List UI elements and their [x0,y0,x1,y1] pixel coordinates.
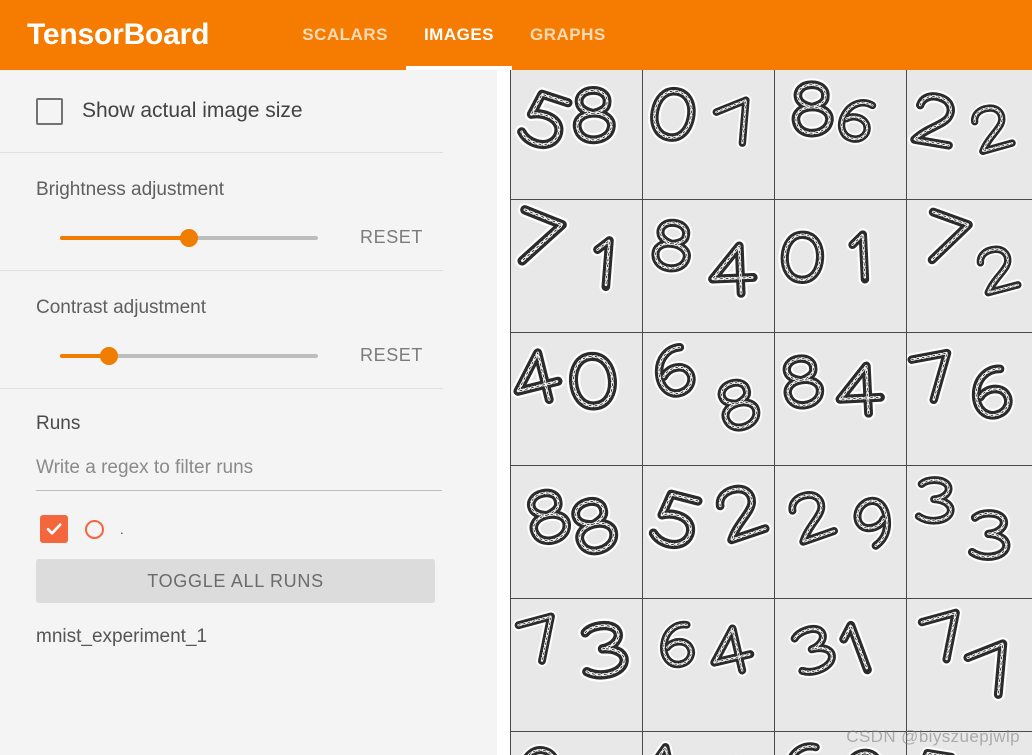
run-color-swatch-icon [85,519,104,539]
show-actual-image-size-checkbox[interactable] [36,97,63,125]
mnist-sample-image [511,732,642,755]
mnist-sample-image [511,200,642,332]
brightness-slider[interactable] [60,228,318,248]
toggle-all-runs-button[interactable]: TOGGLE ALL RUNS [36,559,435,603]
runs-heading: Runs [36,413,81,434]
mnist-sample-image [643,200,774,332]
mnist-sample-image [643,466,774,598]
image-grid-cell[interactable] [775,599,906,731]
tensorboard-app: TensorBoard SCALARS IMAGES GRAPHS Show a… [0,0,1032,755]
mnist-sample-image [907,333,1032,465]
checkmark-icon [46,523,62,535]
mnist-sample-image [775,466,906,598]
run-selection-row: . [40,514,497,544]
brightness-section: Brightness adjustment RESET [0,153,497,270]
contrast-section: Contrast adjustment RESET [0,271,497,388]
image-grid-cell[interactable] [511,466,642,598]
mnist-sample-image [775,732,906,755]
mnist-sample-image [643,333,774,465]
image-grid-cell[interactable] [775,200,906,332]
image-grid-cell[interactable] [907,333,1032,465]
brightness-slider-row: RESET [0,227,497,248]
mnist-sample-image [643,70,774,199]
runs-filter-wrap [36,457,442,491]
brightness-slider-thumb[interactable] [180,228,198,247]
tab-scalars[interactable]: SCALARS [284,0,406,70]
mnist-sample-image [907,466,1032,598]
contrast-slider-row: RESET [0,345,497,366]
contrast-label: Contrast adjustment [36,297,207,318]
image-grid-cell[interactable] [511,200,642,332]
run-enabled-checkbox[interactable] [40,515,68,543]
runs-filter-input[interactable] [36,457,442,491]
app-title: TensorBoard [27,18,210,51]
image-grid-cell[interactable] [511,70,642,199]
mnist-sample-image [643,599,774,731]
brightness-slider-fill [60,235,189,240]
contrast-slider[interactable] [60,346,318,366]
runs-section: Runs . TOGGLE ALL RUNS mnist_experiment_… [0,389,497,648]
brightness-label: Brightness adjustment [36,179,224,200]
app-header: TensorBoard SCALARS IMAGES GRAPHS [0,0,1032,70]
brightness-reset-button[interactable]: RESET [360,227,423,248]
contrast-reset-button[interactable]: RESET [360,345,423,366]
mnist-sample-image [643,732,774,755]
image-grid-cell[interactable] [907,70,1032,199]
run-dot-marker: . [120,521,124,537]
image-grid-cell[interactable] [643,599,774,731]
image-grid-cell[interactable] [511,732,642,755]
mnist-sample-image [775,70,906,199]
mnist-sample-image [907,732,1032,755]
contrast-slider-thumb[interactable] [100,346,119,365]
mnist-sample-image [511,333,642,465]
main-tabs: SCALARS IMAGES GRAPHS [284,0,623,70]
mnist-sample-image [775,333,906,465]
mnist-sample-image [775,200,906,332]
tab-graphs[interactable]: GRAPHS [512,0,624,70]
mnist-image-grid [510,70,1032,755]
image-grid-cell[interactable] [907,599,1032,731]
image-grid-cell[interactable] [643,200,774,332]
mnist-sample-image [511,70,642,199]
image-grid-cell[interactable] [511,599,642,731]
show-actual-image-size-label: Show actual image size [82,99,303,122]
image-grid-cell[interactable] [775,333,906,465]
mnist-sample-image [511,599,642,731]
image-grid-cell[interactable] [643,732,774,755]
mnist-sample-image [907,200,1032,332]
mnist-sample-image [907,599,1032,731]
mnist-sample-image [907,70,1032,199]
image-grid-cell[interactable] [775,70,906,199]
tab-images[interactable]: IMAGES [405,0,513,70]
image-grid-cell[interactable] [643,333,774,465]
image-grid-cell[interactable] [907,200,1032,332]
image-grid-cell[interactable] [643,70,774,199]
image-grid-cell[interactable] [775,466,906,598]
image-grid-panel [497,70,1032,755]
image-grid-cell[interactable] [511,333,642,465]
image-grid-cell[interactable] [643,466,774,598]
image-grid-cell[interactable] [907,466,1032,598]
mnist-sample-image [775,599,906,731]
show-actual-image-size-row[interactable]: Show actual image size [0,70,497,152]
mnist-sample-image [511,466,642,598]
run-item-mnist-experiment-1[interactable]: mnist_experiment_1 [36,626,497,648]
settings-sidebar: Show actual image size Brightness adjust… [0,70,497,755]
image-grid-cell[interactable] [775,732,906,755]
image-grid-cell[interactable] [907,732,1032,755]
